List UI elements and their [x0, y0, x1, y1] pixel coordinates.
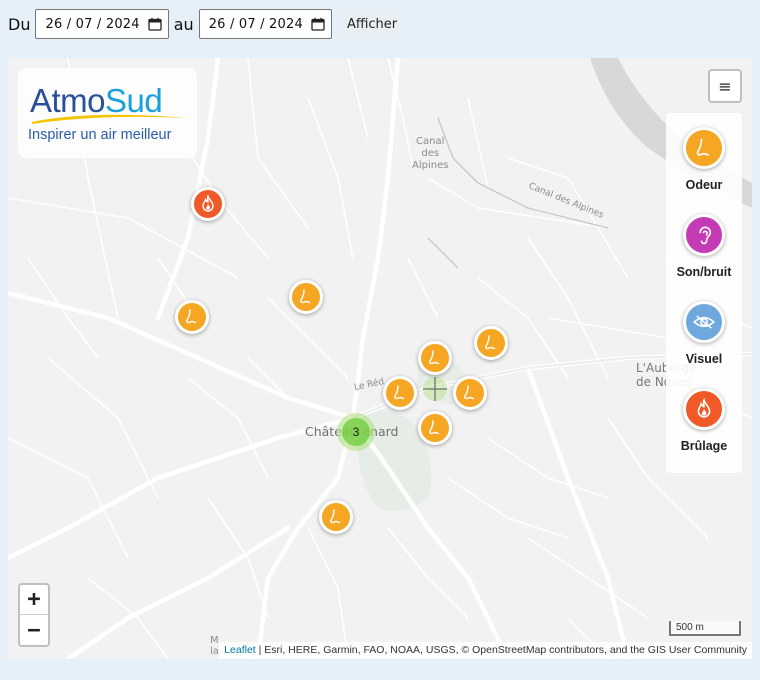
category-legend: Odeur Son/bruit Visuel Brûlage: [666, 113, 742, 473]
crosshair-icon: [423, 377, 447, 401]
menu-icon: ≡: [718, 76, 732, 96]
from-date-value: 26 / 07 / 2024: [45, 16, 140, 32]
map-label-canal: Canal des Alpines: [412, 136, 449, 171]
eye-icon: [693, 315, 715, 329]
atmosud-logo: AtmoSud Inspirer un air meilleur: [18, 68, 197, 158]
zoom-in-button[interactable]: +: [20, 585, 48, 615]
legend-odeur-circle: [683, 127, 725, 169]
logo-swoosh: [32, 114, 188, 124]
legend-item-visuel[interactable]: Visuel: [666, 301, 742, 366]
attribution-text: | Esri, HERE, Garmin, FAO, NOAA, USGS, ©…: [255, 644, 747, 656]
map-scale: 500 m: [669, 621, 741, 636]
map-marker-odeur[interactable]: [453, 376, 487, 410]
map-marker-odeur[interactable]: [418, 411, 452, 445]
to-date-value: 26 / 07 / 2024: [208, 16, 303, 32]
afficher-button[interactable]: Afficher: [339, 9, 405, 39]
legend-visuel-circle: [683, 301, 725, 343]
legend-brulage-circle: [683, 388, 725, 430]
map-marker-odeur[interactable]: [319, 500, 353, 534]
legend-label: Odeur: [685, 178, 723, 192]
zoom-out-button[interactable]: −: [20, 615, 48, 645]
nose-icon: [300, 289, 311, 304]
legend-item-odeur[interactable]: Odeur: [666, 127, 742, 192]
from-date-input[interactable]: 26 / 07 / 2024: [35, 9, 169, 39]
calendar-icon[interactable]: [311, 17, 325, 31]
zoom-control: + −: [18, 583, 50, 647]
flame-icon: [202, 195, 214, 212]
map-marker-odeur[interactable]: [383, 376, 417, 410]
layers-toggle-button[interactable]: ≡: [708, 69, 742, 103]
map-marker-odeur[interactable]: [175, 300, 209, 334]
nose-icon: [394, 385, 405, 400]
legend-son-circle: [683, 214, 725, 256]
cluster-count: 3: [342, 418, 370, 446]
map-container[interactable]: Canal des Alpines Canal des Alpines L'Au…: [8, 58, 752, 659]
legend-label: Brûlage: [680, 439, 728, 453]
nose-icon: [464, 385, 475, 400]
to-label: au: [173, 14, 194, 34]
calendar-icon[interactable]: [148, 17, 162, 31]
map-marker-odeur[interactable]: [418, 341, 452, 375]
nose-icon: [696, 138, 710, 156]
flame-icon: [697, 398, 711, 418]
date-filter-bar: Du 26 / 07 / 2024 au 26 / 07 / 2024 Affi…: [8, 9, 405, 39]
nose-icon: [330, 509, 341, 524]
legend-item-son[interactable]: Son/bruit: [666, 214, 742, 279]
legend-item-brulage[interactable]: Brûlage: [666, 388, 742, 453]
nose-icon: [485, 335, 496, 350]
logo-tagline: Inspirer un air meilleur: [28, 127, 172, 143]
nose-icon: [186, 309, 197, 324]
to-date-input[interactable]: 26 / 07 / 2024: [198, 9, 332, 39]
legend-label: Visuel: [685, 352, 723, 366]
map-label-south: M la: [210, 635, 219, 657]
map-marker-cluster[interactable]: 3: [337, 413, 375, 451]
nose-icon: [429, 350, 440, 365]
map-attribution: Leaflet | Esri, HERE, Garmin, FAO, NOAA,…: [219, 642, 752, 659]
map-marker-odeur[interactable]: [474, 326, 508, 360]
leaflet-link[interactable]: Leaflet: [224, 644, 256, 656]
ear-icon: [699, 226, 712, 245]
legend-label: Son/bruit: [676, 265, 732, 279]
nose-icon: [429, 420, 440, 435]
from-label: Du: [8, 14, 31, 34]
map-marker-odeur[interactable]: [289, 280, 323, 314]
map-marker-brulage[interactable]: [191, 187, 225, 221]
